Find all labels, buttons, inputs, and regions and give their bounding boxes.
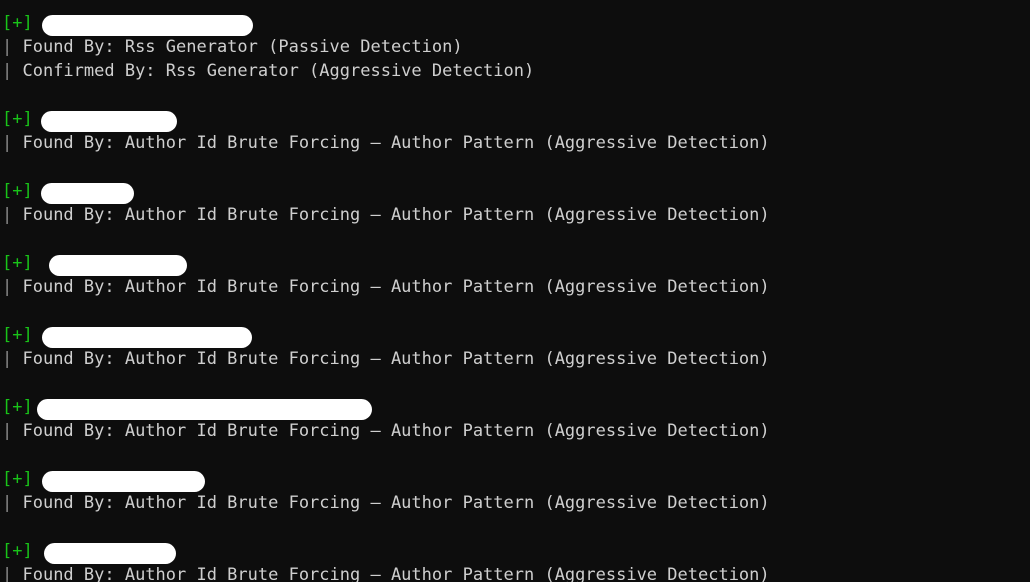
entry-spacer bbox=[2, 443, 1030, 467]
entry-spacer bbox=[2, 227, 1030, 251]
user-entry-line: [+] bbox=[2, 323, 1030, 348]
detection-detail-line: | Found By: Author Id Brute Forcing – Au… bbox=[2, 491, 1030, 515]
user-entry-line: [+] bbox=[2, 179, 1030, 204]
entry-spacer bbox=[2, 83, 1030, 107]
user-entry-line: [+] bbox=[2, 251, 1030, 276]
found-marker: [+] bbox=[2, 397, 33, 417]
detection-detail-text: Confirmed By: Rss Generator (Aggressive … bbox=[12, 61, 535, 81]
detection-detail-text: Found By: Author Id Brute Forcing – Auth… bbox=[12, 133, 770, 153]
entry-spacer bbox=[2, 515, 1030, 539]
found-marker: [+] bbox=[2, 13, 33, 33]
wpscan-user-entry: [+] | Found By: Author Id Brute Forcing … bbox=[2, 107, 1030, 155]
detection-detail-text: Found By: Author Id Brute Forcing – Auth… bbox=[12, 205, 770, 225]
wpscan-user-entry: [+] | Found By: Author Id Brute Forcing … bbox=[2, 251, 1030, 299]
found-marker: [+] bbox=[2, 469, 33, 489]
pipe-glyph: | bbox=[2, 493, 13, 513]
detection-detail-line: | Found By: Rss Generator (Passive Detec… bbox=[2, 35, 1030, 59]
entry-spacer bbox=[2, 299, 1030, 323]
user-entry-line: [+] bbox=[2, 395, 1030, 420]
pipe-glyph: | bbox=[2, 421, 13, 441]
username-redaction-bar bbox=[49, 255, 187, 276]
wpscan-user-entry: [+] | Found By: Rss Generator (Passive D… bbox=[2, 11, 1030, 83]
detection-detail-text: Found By: Author Id Brute Forcing – Auth… bbox=[12, 493, 770, 513]
terminal-window: [+] | Found By: Rss Generator (Passive D… bbox=[0, 0, 1030, 582]
terminal-output: [+] | Found By: Rss Generator (Passive D… bbox=[2, 11, 1030, 582]
detection-detail-line: | Confirmed By: Rss Generator (Aggressiv… bbox=[2, 59, 1030, 83]
wpscan-user-entry: [+] | Found By: Author Id Brute Forcing … bbox=[2, 539, 1030, 582]
found-marker: [+] bbox=[2, 325, 33, 345]
wpscan-user-entry: [+] | Found By: Author Id Brute Forcing … bbox=[2, 179, 1030, 227]
detection-detail-line: | Found By: Author Id Brute Forcing – Au… bbox=[2, 203, 1030, 227]
pipe-glyph: | bbox=[2, 565, 13, 582]
detection-detail-line: | Found By: Author Id Brute Forcing – Au… bbox=[2, 131, 1030, 155]
user-entry-line: [+] bbox=[2, 11, 1030, 36]
found-marker: [+] bbox=[2, 181, 33, 201]
detection-detail-line: | Found By: Author Id Brute Forcing – Au… bbox=[2, 347, 1030, 371]
detection-detail-line: | Found By: Author Id Brute Forcing – Au… bbox=[2, 275, 1030, 299]
entry-spacer bbox=[2, 371, 1030, 395]
username-redaction-bar bbox=[37, 399, 372, 420]
detection-detail-text: Found By: Author Id Brute Forcing – Auth… bbox=[12, 349, 770, 369]
line-spacer bbox=[33, 541, 43, 561]
wpscan-user-entry: [+] | Found By: Author Id Brute Forcing … bbox=[2, 323, 1030, 371]
line-spacer bbox=[33, 253, 43, 273]
username-redaction-bar bbox=[44, 543, 176, 564]
user-entry-line: [+] bbox=[2, 539, 1030, 564]
user-entry-line: [+] bbox=[2, 107, 1030, 132]
detection-detail-text: Found By: Rss Generator (Passive Detecti… bbox=[12, 37, 463, 57]
user-entry-line: [+] bbox=[2, 467, 1030, 492]
found-marker: [+] bbox=[2, 253, 33, 273]
username-redaction-bar bbox=[42, 15, 253, 36]
wpscan-user-entry: [+] | Found By: Author Id Brute Forcing … bbox=[2, 467, 1030, 515]
wpscan-user-entry: [+] | Found By: Author Id Brute Forcing … bbox=[2, 395, 1030, 443]
found-marker: [+] bbox=[2, 109, 33, 129]
found-marker: [+] bbox=[2, 541, 33, 561]
pipe-glyph: | bbox=[2, 277, 13, 297]
username-redaction-bar bbox=[41, 111, 177, 132]
pipe-glyph: | bbox=[2, 61, 13, 81]
pipe-glyph: | bbox=[2, 205, 13, 225]
username-redaction-bar bbox=[42, 471, 205, 492]
detection-detail-line: | Found By: Author Id Brute Forcing – Au… bbox=[2, 563, 1030, 582]
username-redaction-bar bbox=[41, 183, 134, 204]
entry-spacer bbox=[2, 155, 1030, 179]
detection-detail-text: Found By: Author Id Brute Forcing – Auth… bbox=[12, 421, 770, 441]
detection-detail-line: | Found By: Author Id Brute Forcing – Au… bbox=[2, 419, 1030, 443]
pipe-glyph: | bbox=[2, 37, 13, 57]
detection-detail-text: Found By: Author Id Brute Forcing – Auth… bbox=[12, 277, 770, 297]
pipe-glyph: | bbox=[2, 133, 13, 153]
pipe-glyph: | bbox=[2, 349, 13, 369]
detection-detail-text: Found By: Author Id Brute Forcing – Auth… bbox=[12, 565, 770, 582]
username-redaction-bar bbox=[42, 327, 252, 348]
